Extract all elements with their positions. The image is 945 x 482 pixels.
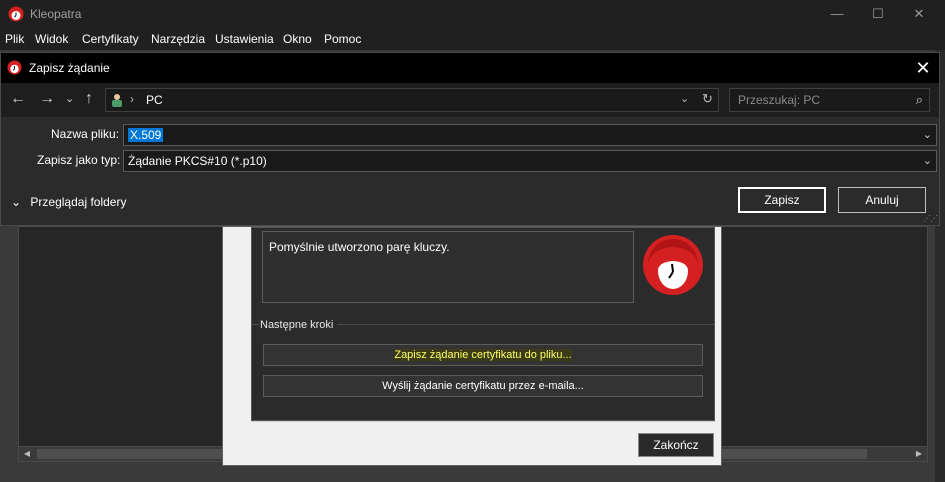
filename-dropdown-icon[interactable]: ⌄ xyxy=(923,128,932,141)
filetype-select[interactable]: Żądanie PKCS#10 (*.p10) ⌄ xyxy=(123,150,937,172)
refresh-icon[interactable]: ↻ xyxy=(702,91,713,107)
kleopatra-logo-icon xyxy=(643,235,703,295)
result-message-box: Pomyślnie utworzono parę kluczy. xyxy=(262,231,634,303)
menu-pomoc[interactable]: Pomoc xyxy=(324,32,361,46)
filename-value: X.509 xyxy=(128,128,164,142)
search-placeholder: Przeszukaj: PC xyxy=(738,93,821,107)
filetype-value: Żądanie PKCS#10 (*.p10) xyxy=(128,154,267,168)
browse-folders-toggle[interactable]: ⌄ Przeglądaj foldery xyxy=(11,195,126,209)
address-dropdown-icon[interactable]: ⌄ xyxy=(680,92,689,105)
finish-button[interactable]: Zakończ xyxy=(638,433,714,457)
save-dialog-title: Zapisz żądanie xyxy=(29,61,110,75)
scroll-left-icon[interactable]: ◀ xyxy=(20,448,34,460)
breadcrumb-pc[interactable]: PC xyxy=(146,93,163,107)
next-steps-label: Następne kroki xyxy=(260,319,338,331)
key-pair-wizard: Pomyślnie utworzono parę kluczy. Następn… xyxy=(222,226,722,466)
wizard-footer-divider xyxy=(251,421,715,422)
wizard-result-panel: Pomyślnie utworzono parę kluczy. Następn… xyxy=(251,227,715,421)
save-dialog-titlebar: Zapisz żądanie ✕ xyxy=(1,53,939,83)
minimize-button[interactable]: — xyxy=(814,0,860,28)
menu-widok[interactable]: Widok xyxy=(35,32,68,46)
filename-label: Nazwa pliku: xyxy=(51,127,120,141)
kleopatra-app-icon xyxy=(8,6,24,22)
filename-field[interactable]: X.509 ⌄ xyxy=(123,124,937,146)
email-request-label: Wyślij żądanie certyfikatu przez e-maila… xyxy=(382,380,584,392)
forward-icon[interactable]: → xyxy=(39,89,55,109)
menu-ustawienia[interactable]: Ustawienia xyxy=(215,32,274,46)
close-app-button[interactable]: ✕ xyxy=(896,0,942,28)
result-message: Pomyślnie utworzono parę kluczy. xyxy=(269,240,450,254)
close-dialog-icon[interactable]: ✕ xyxy=(911,56,935,80)
save-button[interactable]: Zapisz xyxy=(738,187,826,213)
save-request-label: Zapisz żądanie certyfikatu do pliku... xyxy=(394,349,572,361)
address-bar[interactable]: › PC ⌄ ↻ xyxy=(105,88,719,112)
navigation-bar: ← → ⌄ ↑ › PC ⌄ ↻ Przeszukaj: PC ⌕ xyxy=(1,83,939,117)
menu-narzedzia[interactable]: Narzędzia xyxy=(151,32,205,46)
maximize-button[interactable]: ☐ xyxy=(855,0,901,28)
menu-certyfikaty[interactable]: Certyfikaty xyxy=(82,32,139,46)
chevron-down-icon: ⌄ xyxy=(11,195,22,209)
search-icon[interactable]: ⌕ xyxy=(916,92,923,108)
save-request-dialog: Zapisz żądanie ✕ ← → ⌄ ↑ › PC ⌄ ↻ Przesz… xyxy=(0,52,940,226)
filetype-dropdown-icon[interactable]: ⌄ xyxy=(923,154,932,167)
email-request-button[interactable]: Wyślij żądanie certyfikatu przez e-maila… xyxy=(263,375,703,397)
recent-locations-icon[interactable]: ⌄ xyxy=(65,89,74,109)
resize-grip-icon[interactable]: ⋰⋰ xyxy=(923,214,938,223)
cancel-button[interactable]: Anuluj xyxy=(838,187,926,213)
app-titlebar: Kleopatra — ☐ ✕ xyxy=(0,0,945,28)
menubar: Plik Widok Certyfikaty Narzędzia Ustawie… xyxy=(0,28,945,50)
up-folder-icon[interactable]: ↑ xyxy=(85,89,93,109)
search-input[interactable]: Przeszukaj: PC ⌕ xyxy=(729,88,930,112)
save-request-to-file-button[interactable]: Zapisz żądanie certyfikatu do pliku... xyxy=(263,344,703,366)
pc-icon xyxy=(112,94,122,107)
save-form: Nazwa pliku: X.509 ⌄ Zapisz jako typ: Żą… xyxy=(1,117,939,225)
kleopatra-dialog-icon xyxy=(7,60,22,75)
menu-plik[interactable]: Plik xyxy=(5,32,24,46)
menu-okno[interactable]: Okno xyxy=(283,32,312,46)
browse-folders-label: Przeglądaj foldery xyxy=(30,195,127,209)
back-icon[interactable]: ← xyxy=(10,89,26,109)
filetype-label: Zapisz jako typ: xyxy=(37,153,121,167)
app-title: Kleopatra xyxy=(30,7,82,21)
scroll-right-icon[interactable]: ▶ xyxy=(912,448,926,460)
breadcrumb-separator: › xyxy=(130,92,134,106)
